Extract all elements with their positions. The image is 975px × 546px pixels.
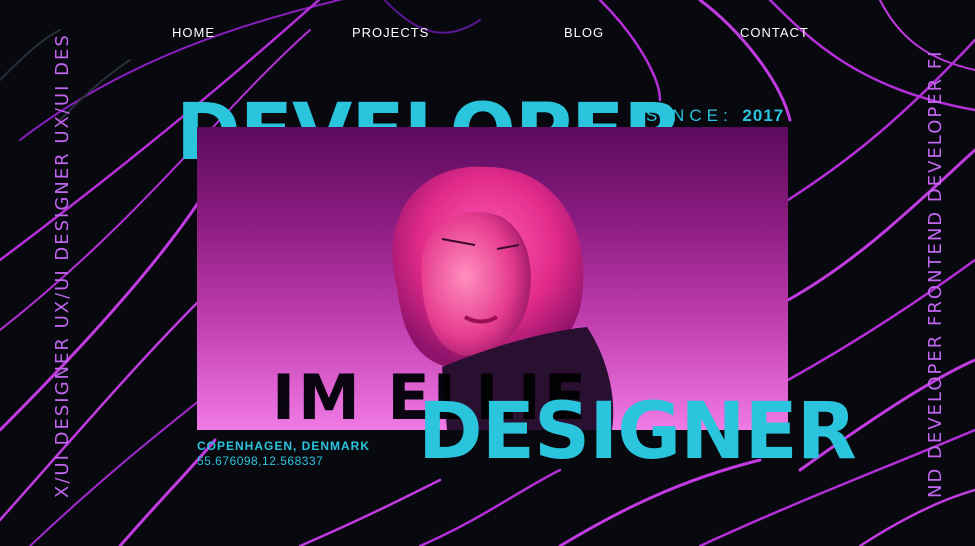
nav-blog-link[interactable]: BLOG xyxy=(564,25,604,40)
coordinates-text: 55.676098,12.568337 xyxy=(197,454,324,468)
bg-line xyxy=(418,468,562,546)
top-nav: HOME PROJECTS BLOG CONTACT xyxy=(0,25,975,41)
bg-line xyxy=(786,258,975,382)
bg-line xyxy=(698,0,792,122)
side-text-left: X/UI DESIGNER UX/UI DESIGNER UX/UI DES xyxy=(52,33,73,498)
bg-line xyxy=(598,0,662,102)
side-text-right: ND DEVELOPER FRONTEND DEVELOPER FI xyxy=(925,49,946,498)
bg-line xyxy=(858,488,975,546)
bg-line xyxy=(298,478,442,546)
since-label: SINCE: 2017 xyxy=(646,106,784,126)
nav-home-link[interactable]: HOME xyxy=(172,25,215,40)
nav-projects-link[interactable]: PROJECTS xyxy=(352,25,429,40)
since-year: 2017 xyxy=(742,106,785,125)
location-text: COPENHAGEN, DENMARK xyxy=(197,439,371,453)
headline-designer: DESIGNER xyxy=(418,387,857,477)
bg-line xyxy=(0,198,202,432)
bg-line xyxy=(0,298,202,522)
bg-line xyxy=(786,148,975,302)
nav-contact-link[interactable]: CONTACT xyxy=(740,25,809,40)
hero-photo: IM ELLIE xyxy=(197,127,788,430)
since-text: SINCE: xyxy=(646,106,733,125)
